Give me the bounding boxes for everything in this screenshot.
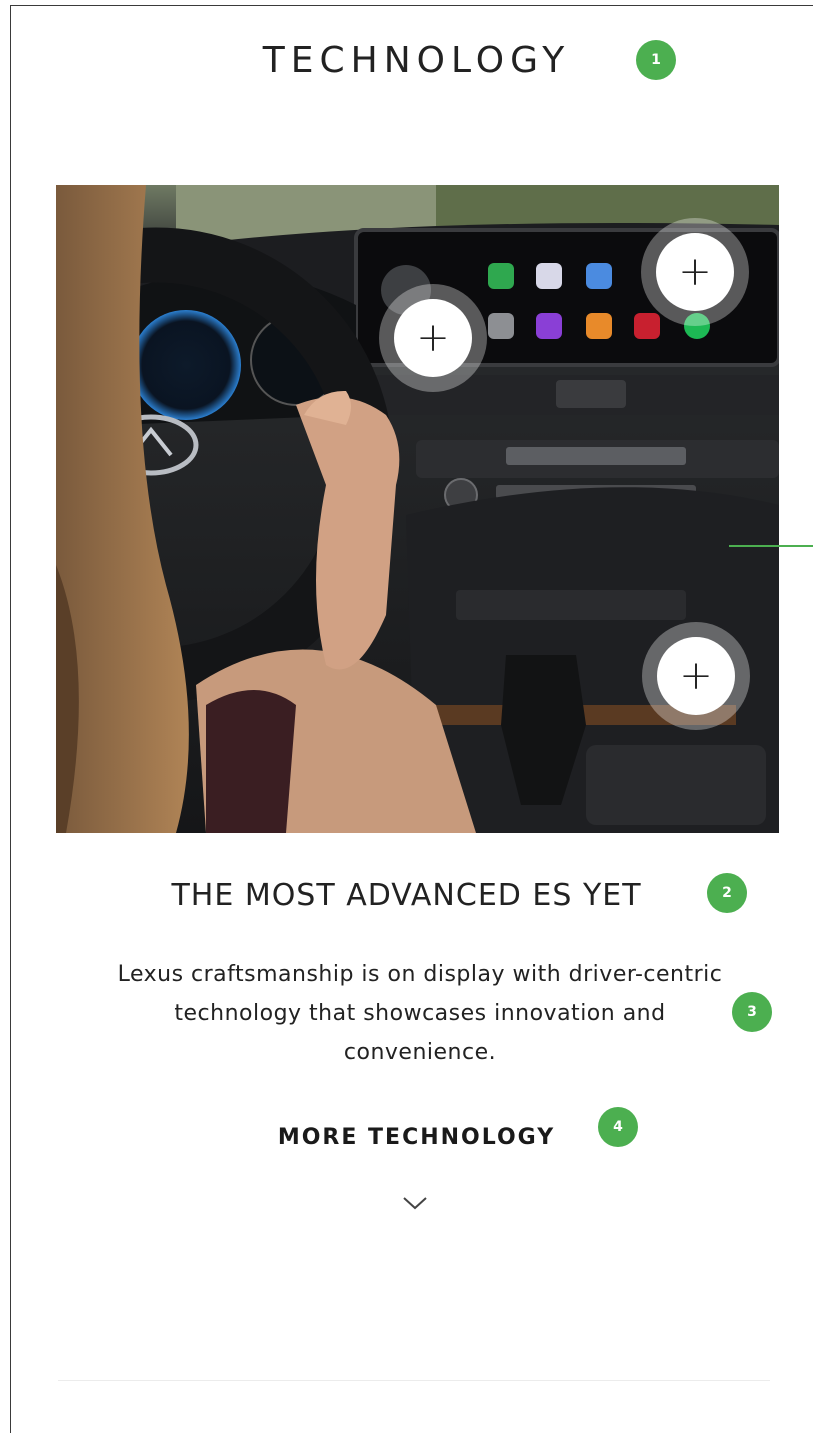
- annotation-connector: [729, 545, 813, 547]
- hotspot-screen[interactable]: +: [641, 218, 749, 326]
- section-title: TECHNOLOGY: [262, 40, 571, 81]
- section-divider: [58, 1380, 770, 1381]
- feature-headline: THE MOST ADVANCED ES YET: [171, 878, 642, 913]
- plus-icon: +: [657, 637, 735, 715]
- chevron-down-icon[interactable]: [402, 1195, 428, 1211]
- annotation-badge-3: 3: [732, 992, 772, 1032]
- hotspot-touchpad[interactable]: +: [642, 622, 750, 730]
- more-technology-button[interactable]: MORE TECHNOLOGY: [0, 1125, 813, 1150]
- annotation-badge-2: 2: [707, 873, 747, 913]
- hotspot-infotainment[interactable]: +: [379, 284, 487, 392]
- plus-icon: +: [656, 233, 734, 311]
- plus-icon: +: [394, 299, 472, 377]
- hero-image: + + +: [56, 185, 779, 833]
- feature-description: Lexus craftsmanship is on display with d…: [117, 962, 723, 1065]
- annotation-badge-4: 4: [598, 1107, 638, 1147]
- annotation-badge-1: 1: [636, 40, 676, 80]
